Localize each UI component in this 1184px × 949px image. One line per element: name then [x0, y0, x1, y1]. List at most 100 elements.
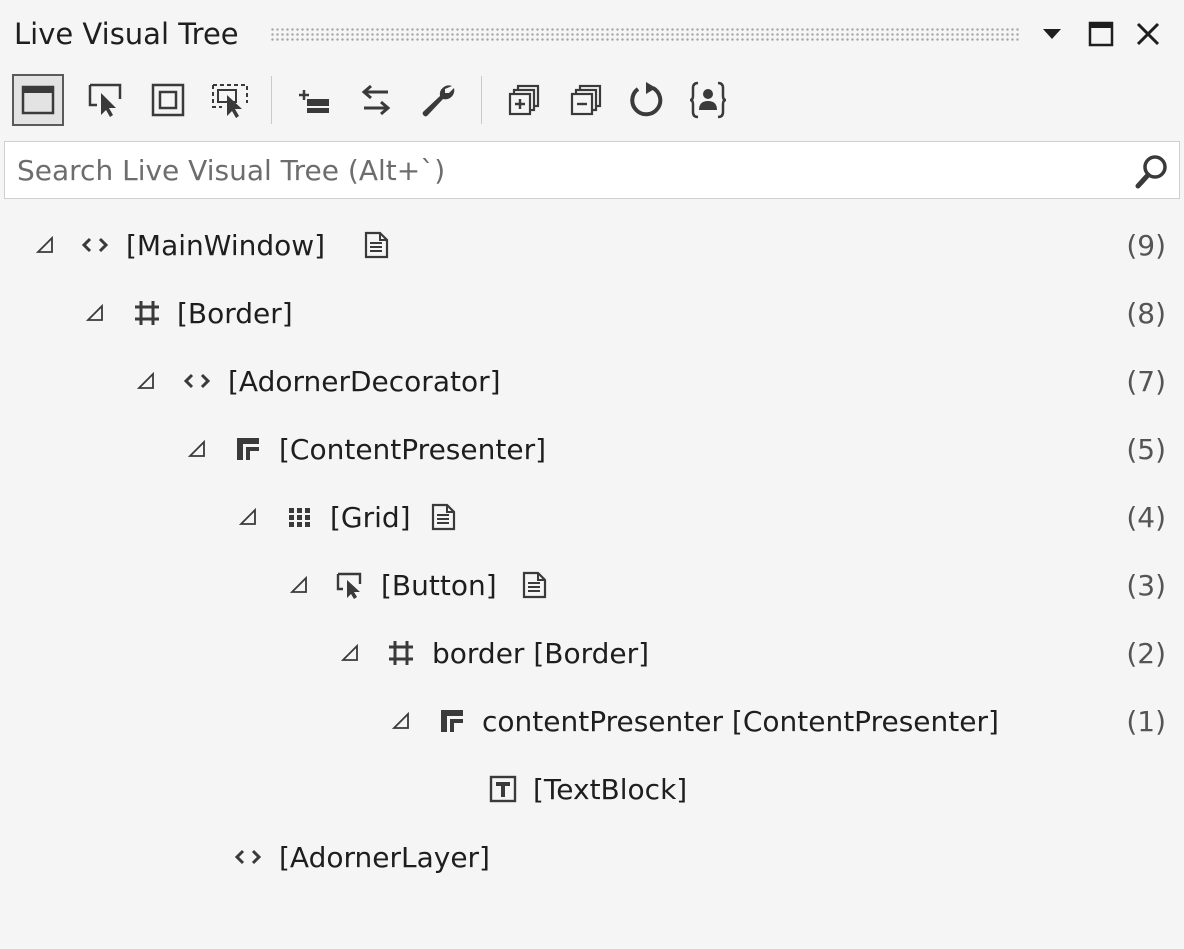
tree-node[interactable]: [ContentPresenter] (5)	[0, 418, 1184, 482]
collapse-all-button[interactable]	[560, 74, 612, 126]
node-label: [TextBlock]	[533, 773, 688, 806]
close-icon	[1136, 22, 1160, 46]
go-to-source-button[interactable]	[428, 501, 460, 533]
tree-node[interactable]: [AdornerLayer]	[0, 826, 1184, 890]
node-label: [MainWindow]	[126, 229, 326, 262]
tree-node[interactable]: [Button] (3)	[0, 554, 1184, 618]
expander-toggle[interactable]	[182, 434, 212, 464]
xaml-element-icon	[78, 228, 112, 262]
expander-toggle[interactable]	[284, 570, 314, 600]
expander-toggle[interactable]	[80, 298, 110, 328]
maximize-button[interactable]	[1081, 14, 1121, 54]
panel-title: Live Visual Tree	[14, 17, 239, 51]
track-focused-element-button[interactable]	[204, 74, 256, 126]
toolbar-separator	[481, 76, 482, 124]
just-my-xaml-icon	[299, 90, 329, 113]
descendant-count: (7)	[1126, 365, 1166, 398]
grid-icon	[282, 500, 316, 534]
source-document-icon	[431, 503, 456, 531]
tree-node[interactable]: [MainWindow] (9)	[0, 214, 1184, 278]
descendant-count: (9)	[1126, 229, 1166, 262]
settings-wrench-icon	[422, 85, 455, 117]
node-label: [Button]	[381, 569, 497, 602]
display-layout-adorners-icon	[151, 83, 185, 117]
descendant-count: (5)	[1126, 433, 1166, 466]
expander-toggle[interactable]	[386, 706, 416, 736]
xaml-element-icon	[231, 840, 265, 874]
textblock-icon	[486, 772, 520, 806]
border-icon	[130, 296, 164, 330]
tree-node[interactable]: [Grid] (4)	[0, 486, 1184, 550]
descendant-count: (2)	[1126, 637, 1166, 670]
source-document-icon	[364, 231, 389, 259]
expand-all-icon	[508, 84, 540, 116]
descendant-count: (4)	[1126, 501, 1166, 534]
show-adorners-button[interactable]	[12, 74, 64, 126]
chevron-down-icon	[1043, 29, 1061, 39]
expanded-triangle-icon	[239, 508, 256, 525]
show-properties-button[interactable]	[682, 74, 734, 126]
tree-node[interactable]: [Border] (8)	[0, 282, 1184, 346]
tree-node[interactable]: border [Border] (2)	[0, 622, 1184, 686]
expanded-triangle-icon	[188, 440, 205, 457]
node-label: border [Border]	[432, 637, 650, 670]
track-active-element-icon	[361, 84, 391, 116]
go-to-source-button[interactable]	[361, 229, 393, 261]
display-layout-adorners-button[interactable]	[142, 74, 194, 126]
track-focused-element-icon	[212, 84, 248, 118]
expander-toggle[interactable]	[335, 638, 365, 668]
search-input[interactable]	[5, 142, 1115, 198]
node-label: [Grid]	[330, 501, 411, 534]
expander-toggle[interactable]	[131, 366, 161, 396]
expanded-triangle-icon	[341, 644, 358, 661]
close-button[interactable]	[1128, 14, 1168, 54]
show-adorners-icon	[21, 85, 55, 115]
visual-tree: [MainWindow] (9) [Border] (8) [AdornerDe…	[0, 214, 1184, 934]
refresh-icon	[630, 82, 663, 117]
expanded-triangle-icon	[36, 236, 53, 253]
select-element-icon	[88, 83, 122, 117]
descendant-count: (8)	[1126, 297, 1166, 330]
settings-button[interactable]	[412, 74, 464, 126]
node-label: [Border]	[177, 297, 293, 330]
maximize-icon	[1088, 21, 1114, 47]
panel-title-bar[interactable]: Live Visual Tree	[0, 0, 1184, 66]
refresh-button[interactable]	[620, 74, 672, 126]
live-visual-tree-panel: Live Visual Tree Search Live Visual Tree…	[0, 0, 1184, 949]
node-label: contentPresenter [ContentPresenter]	[482, 705, 999, 738]
expanded-triangle-icon	[86, 304, 103, 321]
node-label: [AdornerLayer]	[279, 841, 490, 874]
expanded-triangle-icon	[290, 576, 307, 593]
just-my-xaml-button[interactable]	[288, 74, 340, 126]
tree-node[interactable]: [TextBlock]	[0, 758, 1184, 822]
descendant-count: (3)	[1126, 569, 1166, 602]
search-button[interactable]	[1131, 150, 1173, 192]
go-to-source-button[interactable]	[519, 569, 551, 601]
select-element-button[interactable]	[80, 74, 132, 126]
expand-all-button[interactable]	[498, 74, 550, 126]
track-active-element-button[interactable]	[350, 74, 402, 126]
toolbar	[0, 66, 1184, 136]
content-presenter-icon	[231, 432, 265, 466]
tree-node[interactable]: contentPresenter [ContentPresenter] (1)	[0, 690, 1184, 754]
border-icon	[384, 636, 418, 670]
tree-node[interactable]: [AdornerDecorator] (7)	[0, 350, 1184, 414]
node-label: [AdornerDecorator]	[228, 365, 501, 398]
content-presenter-icon	[435, 704, 469, 738]
toolbar-separator	[271, 76, 272, 124]
search-box	[4, 141, 1180, 199]
source-document-icon	[522, 571, 547, 599]
node-label: [ContentPresenter]	[279, 433, 546, 466]
button-icon	[333, 568, 367, 602]
search-icon	[1135, 155, 1167, 189]
expanded-triangle-icon	[137, 372, 154, 389]
show-properties-icon	[689, 81, 727, 119]
drag-grip[interactable]	[270, 27, 1020, 41]
expander-toggle[interactable]	[30, 230, 60, 260]
xaml-element-icon	[180, 364, 214, 398]
expander-toggle[interactable]	[233, 502, 263, 532]
window-position-dropdown-button[interactable]	[1032, 14, 1072, 54]
expanded-triangle-icon	[392, 712, 409, 729]
descendant-count: (1)	[1126, 705, 1166, 738]
collapse-all-icon	[570, 84, 602, 116]
